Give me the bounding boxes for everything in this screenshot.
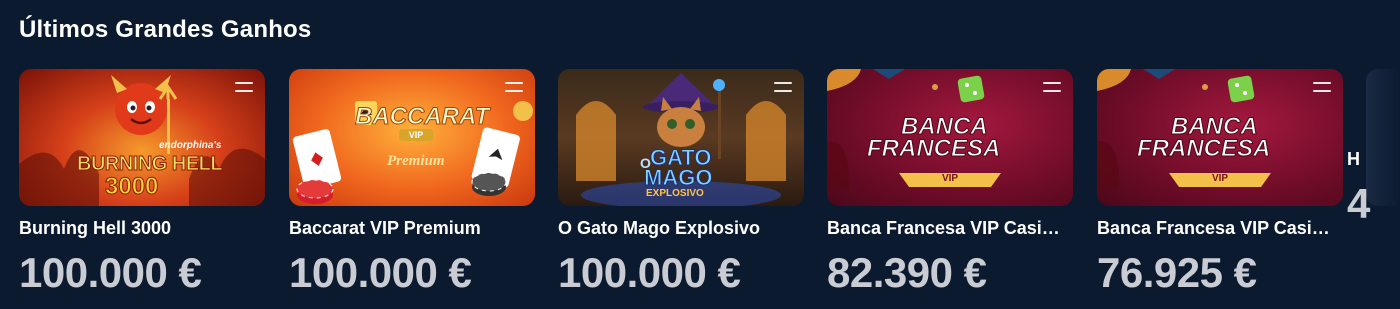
game-name[interactable]: Banca Francesa VIP Casi… — [827, 218, 1077, 239]
art-brand-label: endorphina's — [159, 140, 222, 151]
art-badge: VIP — [941, 173, 959, 184]
game-card[interactable]: endorphina's BURNING HELL 3000 Burning H… — [19, 69, 265, 296]
win-amount: 100.000 € — [289, 249, 472, 296]
game-name[interactable]: Burning Hell 3000 — [19, 218, 269, 239]
game-thumbnail[interactable]: O GATO MAGO EXPLOSIVO — [558, 69, 804, 206]
art-subtitle: EXPLOSIVO — [646, 188, 704, 199]
menu-icon[interactable] — [774, 82, 792, 93]
art-title: BACCARAT — [354, 103, 490, 131]
section-title: Últimos Grandes Ganhos — [19, 16, 312, 43]
game-name[interactable]: Baccarat VIP Premium — [289, 218, 539, 239]
art-title-line2: FRANCESA — [1136, 135, 1271, 163]
art-badge: VIP — [399, 129, 433, 141]
game-thumbnail[interactable]: endorphina's BURNING HELL 3000 — [19, 69, 265, 206]
win-amount: 100.000 € — [558, 249, 741, 296]
game-card-partial[interactable] — [1366, 69, 1400, 206]
art-subtitle: 3000 — [104, 173, 159, 201]
game-name[interactable]: Banca Francesa VIP Casi… — [1097, 218, 1347, 239]
game-card[interactable]: BANCA FRANCESA VIP Banca Francesa VIP Ca… — [1097, 69, 1343, 296]
game-card[interactable]: O GATO MAGO EXPLOSIVO O Gato Mago Explos… — [558, 69, 804, 296]
game-thumbnail[interactable]: BANCA FRANCESA VIP — [827, 69, 1073, 206]
menu-icon[interactable] — [1043, 82, 1061, 93]
game-card[interactable]: BANCA FRANCESA VIP Banca Francesa VIP Ca… — [827, 69, 1073, 296]
art-badge: VIP — [1211, 173, 1229, 184]
big-wins-carousel: endorphina's BURNING HELL 3000 Burning H… — [19, 69, 1400, 309]
win-amount: 100.000 € — [19, 249, 202, 296]
menu-icon[interactable] — [505, 82, 523, 93]
art-subtitle: Premium — [387, 153, 445, 169]
game-thumbnail[interactable]: BACCARAT VIP Premium — [289, 69, 535, 206]
win-amount-partial: 4 — [1347, 180, 1371, 227]
win-amount: 82.390 € — [827, 249, 987, 296]
win-amount: 76.925 € — [1097, 249, 1257, 296]
game-thumbnail[interactable]: BANCA FRANCESA VIP — [1097, 69, 1343, 206]
menu-icon[interactable] — [235, 82, 253, 93]
game-name-partial[interactable]: H — [1347, 149, 1360, 170]
menu-icon[interactable] — [1313, 82, 1331, 93]
game-card[interactable]: BACCARAT VIP Premium Baccarat VIP Premiu… — [289, 69, 535, 296]
game-name[interactable]: O Gato Mago Explosivo — [558, 218, 808, 239]
art-title-line2: FRANCESA — [866, 135, 1001, 163]
